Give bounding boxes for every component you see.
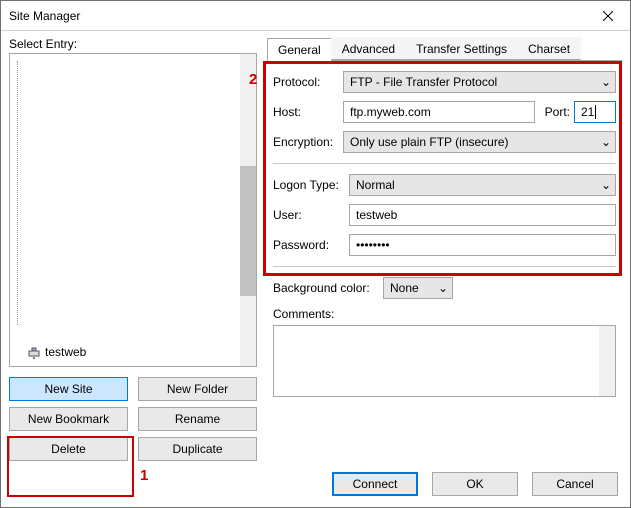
scroll-thumb[interactable] [240,166,256,296]
window-title: Site Manager [9,9,80,23]
left-panel: Select Entry: testweb 1 [9,37,257,461]
annotation-1: 1 [140,467,148,484]
annotation-box-1 [7,436,134,497]
ok-button[interactable]: OK [432,472,518,496]
tree-item-label: testweb [45,345,86,359]
right-panel: General Advanced Transfer Settings Chars… [267,37,622,461]
annotation-2: 2 [249,71,257,88]
general-pane: 2 Protocol: FTP - File Transfer Protocol… [267,61,622,461]
cancel-button[interactable]: Cancel [532,472,618,496]
new-bookmark-button[interactable]: New Bookmark [9,407,128,431]
select-entry-label: Select Entry: [9,37,257,51]
comments-scrollbar[interactable] [599,326,615,396]
entry-tree[interactable]: testweb [9,53,257,367]
tab-general[interactable]: General [267,38,332,61]
annotation-box-2 [263,61,622,276]
tree-scrollbar[interactable] [240,54,256,366]
new-folder-button[interactable]: New Folder [138,377,257,401]
rename-button[interactable]: Rename [138,407,257,431]
tab-advanced[interactable]: Advanced [331,37,406,60]
chevron-down-icon: ⌄ [434,281,452,295]
titlebar: Site Manager [1,1,630,31]
new-site-button[interactable]: New Site [9,377,128,401]
close-button[interactable] [585,1,630,30]
tree-item-testweb[interactable]: testweb [27,345,86,359]
bgcolor-select[interactable]: None ⌄ [383,277,453,299]
bgcolor-label: Background color: [273,281,383,295]
bgcolor-value: None [390,281,419,295]
tab-transfer[interactable]: Transfer Settings [405,37,518,60]
close-icon [603,11,613,21]
connect-button[interactable]: Connect [332,472,418,496]
comments-textarea[interactable] [273,325,616,397]
site-manager-window: Site Manager Select Entry: testweb [0,0,631,508]
server-icon [27,345,41,359]
tree-lines [17,61,29,325]
comments-label: Comments: [273,307,616,321]
duplicate-button[interactable]: Duplicate [138,437,257,461]
tab-charset[interactable]: Charset [517,37,581,60]
tabs: General Advanced Transfer Settings Chars… [267,37,622,61]
